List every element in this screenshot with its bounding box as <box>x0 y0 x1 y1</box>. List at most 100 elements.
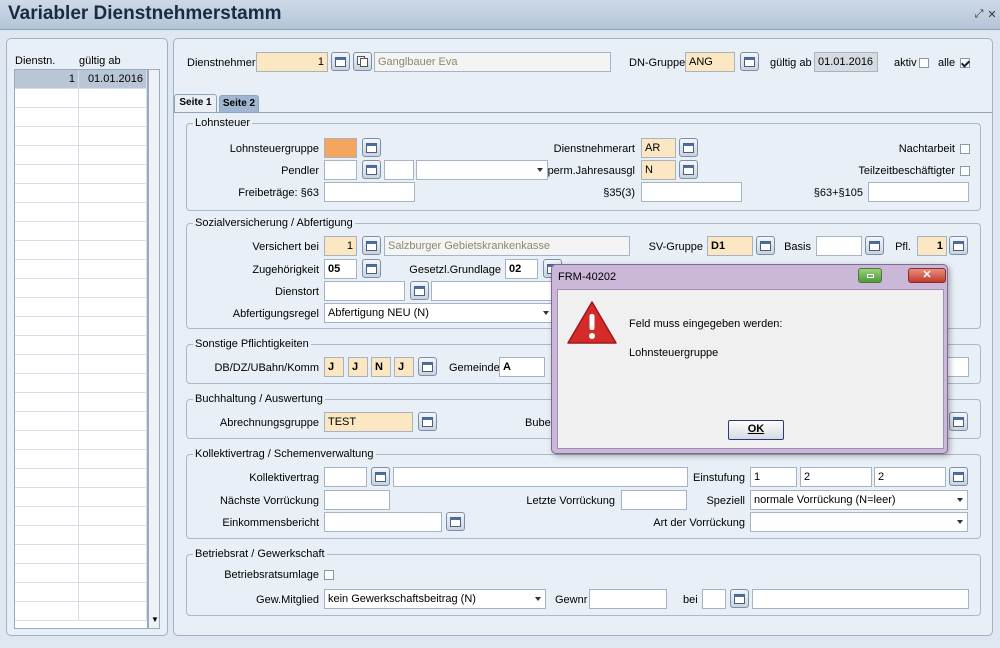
dienstnehmer-lov-button[interactable] <box>331 52 350 71</box>
list-row[interactable] <box>15 298 147 317</box>
tab-seite-2[interactable]: Seite 2 <box>219 95 259 113</box>
s35-field[interactable] <box>641 182 742 202</box>
versichert-field[interactable]: 1 <box>324 236 357 256</box>
gemeinde-field[interactable]: A <box>499 357 545 377</box>
list-cell-gueltig <box>79 526 147 545</box>
kollektivvertrag-lov-button[interactable] <box>371 467 390 486</box>
pendler-field[interactable] <box>324 160 357 180</box>
list-row[interactable] <box>15 355 147 374</box>
gewnr-field[interactable] <box>589 589 667 609</box>
abrechnungsgruppe-lov-button[interactable] <box>418 412 437 431</box>
list-row[interactable]: 1 01.01.2016 <box>15 70 147 89</box>
betriebsratsumlage-checkbox[interactable] <box>324 570 334 580</box>
restore-icon[interactable]: ⤢ <box>974 8 984 21</box>
zugehoerigkeit-field[interactable]: 05 <box>324 259 357 279</box>
basis-field[interactable] <box>816 236 862 256</box>
calendar-icon <box>366 241 377 251</box>
freibetraege-field[interactable] <box>324 182 415 202</box>
ubahn-field[interactable]: N <box>371 357 391 377</box>
dngruppe-lov-button[interactable] <box>740 52 759 71</box>
list-row[interactable] <box>15 279 147 298</box>
abfertigung-select[interactable]: Abfertigung NEU (N) <box>324 303 554 323</box>
gew-mitglied-select[interactable]: kein Gewerkschaftsbeitrag (N) <box>324 589 546 609</box>
einstufung-lov-button[interactable] <box>949 467 968 486</box>
dienstnehmerart-field[interactable]: AR <box>641 138 676 158</box>
teilzeit-label: Teilzeitbeschäftigter <box>858 165 955 177</box>
bei-field[interactable] <box>702 589 726 609</box>
list-row[interactable] <box>15 488 147 507</box>
list-row[interactable] <box>15 564 147 583</box>
list-row[interactable] <box>15 583 147 602</box>
list-row[interactable] <box>15 374 147 393</box>
komm-field[interactable]: J <box>394 357 414 377</box>
list-row[interactable] <box>15 165 147 184</box>
grundlage-field[interactable]: 02 <box>505 259 538 279</box>
einkommensbericht-lov-button[interactable] <box>446 512 465 531</box>
dngruppe-field[interactable]: ANG <box>685 52 735 72</box>
naechste-vorrueckung-field[interactable] <box>324 490 390 510</box>
list-row[interactable] <box>15 602 147 621</box>
db-lov-button[interactable] <box>418 357 437 376</box>
zugehoerigkeit-lov-button[interactable] <box>362 259 381 278</box>
lohnsteuergruppe-field[interactable] <box>324 138 357 158</box>
list-row[interactable] <box>15 450 147 469</box>
list-scrollbar[interactable]: ▼ <box>148 69 160 629</box>
speziell-select[interactable]: normale Vorrückung (N=leer) <box>750 490 968 510</box>
list-row[interactable] <box>15 127 147 146</box>
list-row[interactable] <box>15 526 147 545</box>
pfl-lov-button[interactable] <box>949 236 968 255</box>
list-row[interactable] <box>15 184 147 203</box>
list-row[interactable] <box>15 203 147 222</box>
perm-jahresausgl-lov-button[interactable] <box>679 160 698 179</box>
list-row[interactable] <box>15 146 147 165</box>
einstufung-field-2[interactable]: 2 <box>800 467 872 487</box>
dienstort-field[interactable] <box>324 281 405 301</box>
dz-field[interactable]: J <box>348 357 368 377</box>
lohnsteuergruppe-lov-button[interactable] <box>362 138 381 157</box>
minimize-button[interactable] <box>858 268 882 283</box>
kollektivvertrag-field[interactable] <box>324 467 367 487</box>
abrechnungsgruppe-field[interactable]: TEST <box>324 412 413 432</box>
list-row[interactable] <box>15 431 147 450</box>
pfl-field[interactable]: 1 <box>917 236 947 256</box>
dialog-close-button[interactable]: ✕ <box>908 268 946 283</box>
pendler-code-field[interactable] <box>384 160 414 180</box>
perm-jahresausgl-field[interactable]: N <box>641 160 676 180</box>
versichert-lov-button[interactable] <box>362 236 381 255</box>
list-row[interactable] <box>15 317 147 336</box>
list-row[interactable] <box>15 89 147 108</box>
close-icon[interactable]: ✕ <box>987 8 997 21</box>
list-row[interactable] <box>15 260 147 279</box>
list-row[interactable] <box>15 336 147 355</box>
alle-checkbox[interactable] <box>960 58 970 68</box>
dienstnehmer-field[interactable]: 1 <box>256 52 328 72</box>
art-vorrueckung-select[interactable] <box>750 512 968 532</box>
ok-button[interactable]: OK <box>728 420 784 440</box>
pendler-lov-button[interactable] <box>362 160 381 179</box>
scroll-down-icon[interactable]: ▼ <box>151 615 159 624</box>
list-row[interactable] <box>15 507 147 526</box>
db-dz-label: DB/DZ/UBahn/Komm <box>214 362 319 374</box>
list-row[interactable] <box>15 393 147 412</box>
bubei-lov-button[interactable] <box>949 412 968 431</box>
nachtarbeit-checkbox[interactable] <box>960 144 970 154</box>
aktiv-checkbox[interactable] <box>919 58 929 68</box>
bei-lov-button[interactable] <box>730 589 749 608</box>
list-row[interactable] <box>15 412 147 431</box>
list-row[interactable] <box>15 222 147 241</box>
einkommensbericht-field[interactable] <box>324 512 442 532</box>
dienstnehmerart-lov-button[interactable] <box>679 138 698 157</box>
einstufung-field-1[interactable]: 1 <box>750 467 797 487</box>
copy-button[interactable] <box>353 52 372 71</box>
db-field[interactable]: J <box>324 357 344 377</box>
list-row[interactable] <box>15 108 147 127</box>
dienstort-lov-button[interactable] <box>410 281 429 300</box>
tab-seite-1[interactable]: Seite 1 <box>174 94 217 113</box>
einstufung-field-3[interactable]: 2 <box>874 467 946 487</box>
list-row[interactable] <box>15 545 147 564</box>
list-row[interactable] <box>15 469 147 488</box>
s63-105-field[interactable] <box>868 182 969 202</box>
list-row[interactable] <box>15 241 147 260</box>
teilzeit-checkbox[interactable] <box>960 166 970 176</box>
svgruppe-field[interactable]: D1 <box>707 236 753 256</box>
